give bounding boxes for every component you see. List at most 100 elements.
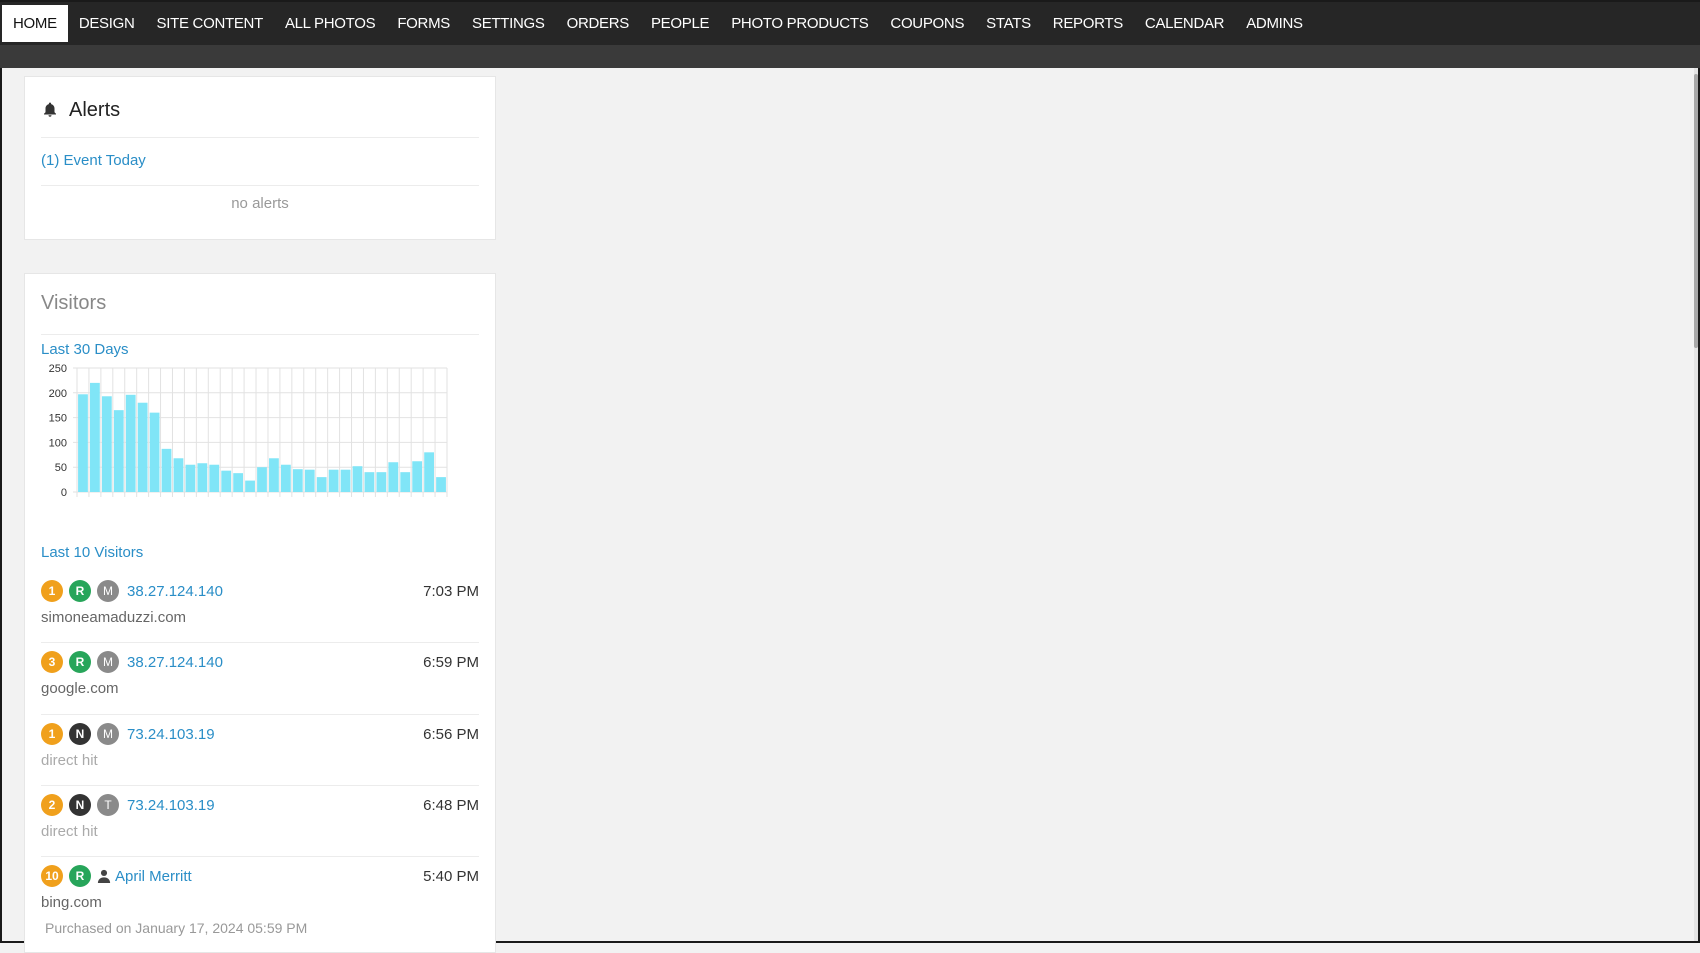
chart-bar[interactable] [173, 458, 184, 492]
visitor-row: 10 R April Merritt 5:40 PM bing.com Purc… [41, 856, 479, 951]
nav-design[interactable]: DESIGN [68, 5, 146, 42]
nav-site-content[interactable]: SITE CONTENT [146, 5, 274, 42]
visitors-bar-chart: 0 50 100 150 200 250 [49, 363, 448, 499]
source-badge: R [69, 865, 91, 887]
chart-bar[interactable] [245, 480, 255, 492]
chart-bar[interactable] [292, 469, 303, 492]
referrer: simoneamaduzzi.com [41, 609, 187, 626]
chart-y-tick-label: 100 [49, 437, 67, 449]
chart-bar[interactable] [436, 477, 446, 492]
device-badge: M [97, 580, 119, 602]
visitor-row: 1 N M 73.24.103.19 6:56 PM direct hit [41, 714, 479, 786]
chart-bar[interactable] [161, 448, 172, 492]
chart-bar[interactable] [101, 396, 112, 492]
nav-all-photos[interactable]: ALL PHOTOS [274, 5, 386, 42]
referrer: direct hit [41, 823, 98, 840]
visit-count-badge: 3 [41, 651, 63, 673]
source-badge: N [69, 723, 91, 745]
source-badge: R [69, 651, 91, 673]
source-badge: R [69, 580, 91, 602]
window-frame-left [0, 0, 2, 943]
visitor-row: 1 R M 38.27.124.140 7:03 PM simoneamaduz… [41, 571, 479, 643]
chart-bar[interactable] [316, 477, 327, 492]
divider [41, 137, 479, 138]
chart-y-tick-label: 0 [61, 487, 67, 499]
nav-settings[interactable]: SETTINGS [461, 5, 556, 42]
device-badge: T [97, 794, 119, 816]
nav-photo-products[interactable]: PHOTO PRODUCTS [720, 5, 879, 42]
alerts-heading: Alerts [41, 95, 120, 125]
chart-bar[interactable] [412, 461, 423, 492]
chart-bar[interactable] [376, 472, 387, 492]
visit-time: 7:03 PM [423, 583, 479, 600]
purchase-note: Purchased on January 17, 2024 05:59 PM [45, 920, 308, 936]
divider [41, 185, 479, 186]
nav-stats[interactable]: STATS [975, 5, 1042, 42]
divider [41, 334, 479, 335]
chart-bar[interactable] [269, 458, 279, 492]
bell-icon [44, 102, 56, 117]
visitor-ip-link[interactable]: 73.24.103.19 [127, 726, 215, 743]
chart-bar[interactable] [388, 462, 399, 492]
visitors-card: Visitors Last 30 Days 0 50 100 150 200 250 La… [24, 273, 496, 953]
chart-bar[interactable] [113, 410, 124, 492]
device-badge: M [97, 723, 119, 745]
nav-orders[interactable]: ORDERS [556, 5, 640, 42]
nav-coupons[interactable]: COUPONS [879, 5, 975, 42]
chart-bar[interactable] [209, 464, 220, 492]
event-today-link[interactable]: (1) Event Today [41, 152, 146, 169]
chart-y-tick-label: 150 [49, 413, 67, 425]
chart-y-tick-label: 250 [49, 363, 67, 375]
chart-bar[interactable] [400, 472, 411, 492]
chart-bar[interactable] [149, 412, 160, 492]
visitor-ip-link[interactable]: 38.27.124.140 [127, 654, 223, 671]
visitor-name-link[interactable]: April Merritt [115, 868, 192, 885]
alerts-title: Alerts [69, 98, 121, 121]
visitor-ip-link[interactable]: 38.27.124.140 [127, 583, 223, 600]
device-badge: M [97, 651, 119, 673]
chart-bar[interactable] [90, 382, 100, 492]
visitor-row: 2 N T 73.24.103.19 6:48 PM direct hit [41, 785, 479, 857]
chart-bar[interactable] [137, 402, 148, 492]
nav-calendar[interactable]: CALENDAR [1134, 5, 1235, 42]
chart-bar[interactable] [78, 394, 88, 492]
top-navigation: HOME DESIGN SITE CONTENT ALL PHOTOS FORM… [0, 2, 1700, 45]
chart-bar[interactable] [352, 466, 363, 492]
visit-count-badge: 1 [41, 580, 63, 602]
chart-bar[interactable] [125, 394, 136, 492]
chart-bar[interactable] [424, 452, 434, 492]
nav-admins[interactable]: ADMINS [1235, 5, 1314, 42]
nav-reports[interactable]: REPORTS [1042, 5, 1134, 42]
visit-count-badge: 1 [41, 723, 63, 745]
chart-y-tick-label: 50 [55, 462, 67, 474]
chart-bar[interactable] [280, 464, 291, 492]
chart-y-tick-label: 200 [49, 388, 67, 400]
nav-people[interactable]: PEOPLE [640, 5, 720, 42]
nav-forms[interactable]: FORMS [386, 5, 461, 42]
chart-bar[interactable] [197, 463, 208, 492]
referrer: google.com [41, 680, 119, 697]
chart-bar[interactable] [233, 473, 244, 492]
visitor-ip-link[interactable]: 73.24.103.19 [127, 797, 215, 814]
visitor-row: 3 R M 38.27.124.140 6:59 PM google.com [41, 642, 479, 714]
referrer: direct hit [41, 752, 98, 769]
chart-bar[interactable] [221, 470, 232, 492]
last-30-days-link[interactable]: Last 30 Days [41, 341, 129, 358]
referrer: bing.com [41, 894, 102, 911]
nav-home[interactable]: HOME [2, 5, 68, 42]
no-alerts-text: no alerts [231, 195, 289, 212]
visit-count-badge: 2 [41, 794, 63, 816]
chart-bar[interactable] [185, 464, 196, 492]
visit-time: 6:56 PM [423, 726, 479, 743]
chart-bar[interactable] [340, 469, 351, 492]
chart-bar[interactable] [328, 469, 339, 492]
chart-bar[interactable] [304, 469, 315, 492]
scrollbar-thumb[interactable] [1694, 74, 1698, 348]
visit-count-badge: 10 [41, 865, 63, 887]
visit-time: 6:59 PM [423, 654, 479, 671]
source-badge: N [69, 794, 91, 816]
chart-bar[interactable] [364, 472, 375, 492]
chart-bar[interactable] [257, 467, 267, 492]
last-10-visitors-link[interactable]: Last 10 Visitors [41, 544, 143, 561]
visit-time: 6:48 PM [423, 797, 479, 814]
